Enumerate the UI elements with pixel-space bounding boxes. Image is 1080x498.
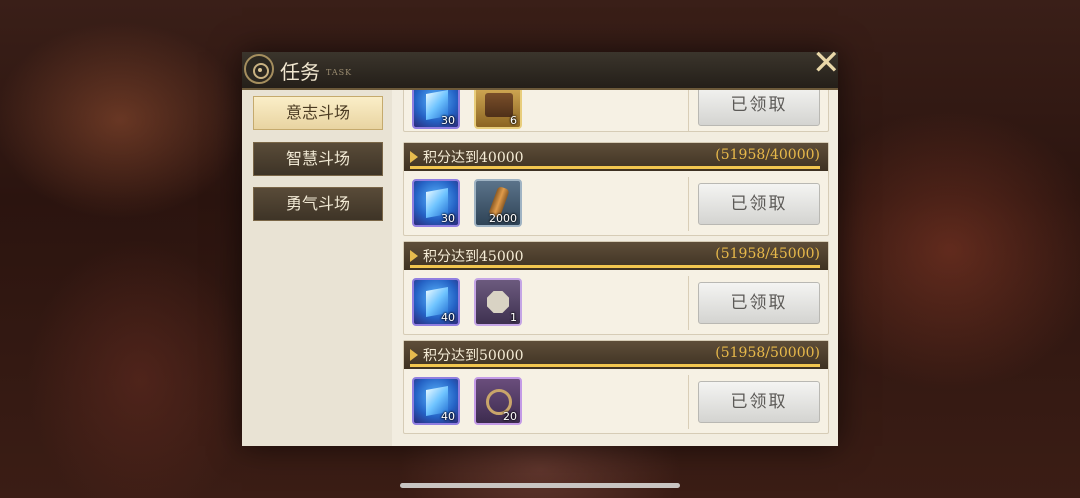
satchel-icon[interactable]: 6: [474, 90, 522, 129]
modal-title: 任务: [280, 60, 320, 84]
item-quantity: 40: [441, 410, 455, 423]
tab-wisdom-arena[interactable]: 智慧斗场: [253, 142, 383, 176]
item-quantity: 30: [441, 114, 455, 127]
task-name: 积分达到50000: [423, 348, 524, 364]
item-quantity: 40: [441, 311, 455, 324]
claimed-button[interactable]: 已领取: [698, 381, 820, 423]
progress-bar: [410, 166, 820, 169]
task-card: 积分达到40000 (51958/40000) 30 2000 已领取: [403, 142, 829, 236]
triangle-icon: [410, 151, 418, 163]
item-quantity: 2000: [489, 212, 517, 225]
blue-crystal-icon[interactable]: 40: [412, 278, 460, 326]
divider: [688, 375, 689, 429]
progress-bar: [410, 265, 820, 268]
blue-crystal-icon[interactable]: 30: [412, 179, 460, 227]
claimed-button[interactable]: 已领取: [698, 282, 820, 324]
progress-fill: [410, 166, 820, 169]
task-card: 积分达到50000 (51958/50000) 40 20 已领取: [403, 340, 829, 434]
blue-crystal-icon[interactable]: 30: [412, 90, 460, 129]
task-progress: (51958/40000): [715, 147, 820, 163]
divider: [688, 276, 689, 330]
blue-crystal-icon[interactable]: 40: [412, 377, 460, 425]
tab-will-arena[interactable]: 意志斗场: [253, 96, 383, 130]
tab-courage-arena[interactable]: 勇气斗场: [253, 187, 383, 221]
divider: [688, 177, 689, 231]
title-bar: 任务 TASK: [242, 52, 838, 90]
triangle-icon: [410, 250, 418, 262]
arena-tab-sidebar: 意志斗场 智慧斗场 勇气斗场: [242, 90, 392, 446]
task-header: 积分达到45000 (51958/45000): [404, 242, 828, 270]
progress-fill: [410, 265, 820, 268]
close-icon[interactable]: ✕: [812, 46, 841, 80]
octagon-seal-icon[interactable]: 1: [474, 278, 522, 326]
gear-wheel-icon[interactable]: 20: [474, 377, 522, 425]
task-list[interactable]: 30 6 已领取 积分达到40000 (51958/40000) 30 2000: [400, 90, 830, 446]
task-name: 积分达到45000: [423, 249, 524, 265]
triangle-icon: [410, 349, 418, 361]
item-quantity: 20: [503, 410, 517, 423]
task-progress: (51958/45000): [715, 246, 820, 262]
progress-fill: [410, 364, 820, 367]
task-progress: (51958/50000): [715, 345, 820, 361]
task-header: 积分达到50000 (51958/50000): [404, 341, 828, 369]
task-emblem-icon: [244, 54, 274, 84]
item-quantity: 30: [441, 212, 455, 225]
modal-subtitle: TASK: [326, 68, 353, 77]
task-modal: 任务 TASK 意志斗场 智慧斗场 勇气斗场 30 6 已领取 积分达到4000…: [242, 52, 838, 446]
claimed-button[interactable]: 已领取: [698, 90, 820, 126]
item-quantity: 6: [510, 114, 517, 127]
item-quantity: 1: [510, 311, 517, 324]
claimed-button[interactable]: 已领取: [698, 183, 820, 225]
divider: [688, 90, 689, 131]
task-name: 积分达到40000: [423, 150, 524, 166]
task-card: 30 6 已领取: [403, 90, 829, 132]
progress-bar: [410, 364, 820, 367]
task-card: 积分达到45000 (51958/45000) 40 1 已领取: [403, 241, 829, 335]
home-indicator[interactable]: [400, 483, 680, 488]
potion-bottle-icon[interactable]: 2000: [474, 179, 522, 227]
task-header: 积分达到40000 (51958/40000): [404, 143, 828, 171]
